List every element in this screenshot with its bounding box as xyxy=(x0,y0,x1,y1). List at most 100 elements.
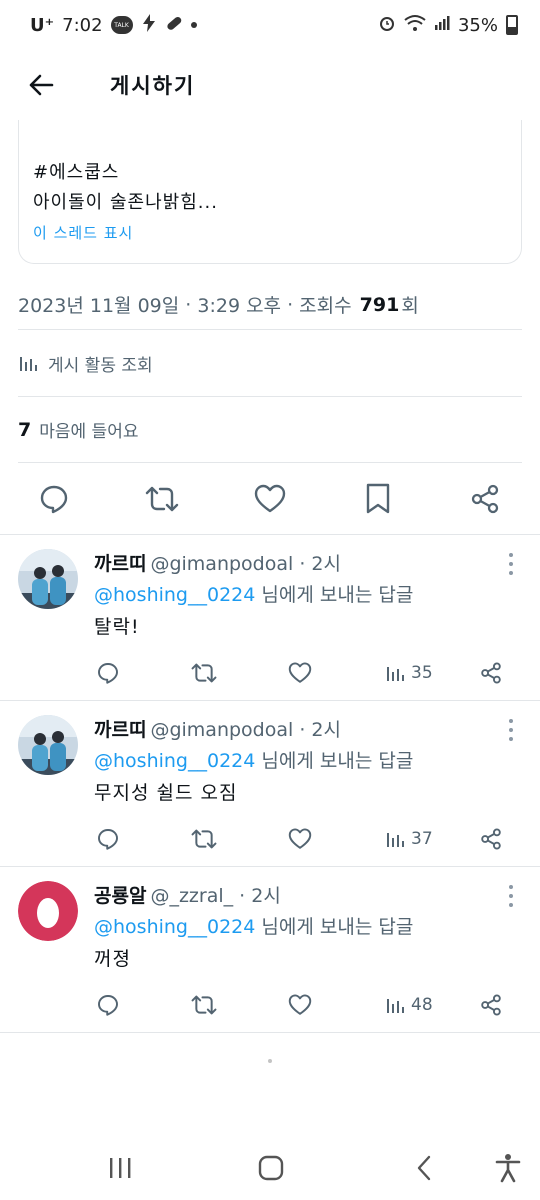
analytics-icon xyxy=(387,999,404,1013)
status-left: U⁺ 7:02 TALK xyxy=(30,13,197,37)
share-button[interactable] xyxy=(480,657,502,689)
show-thread-link[interactable]: 이 스레드 표시 xyxy=(33,222,521,243)
avatar[interactable] xyxy=(18,549,78,609)
like-button[interactable] xyxy=(288,823,312,855)
reply-action-bar: 35 xyxy=(0,657,540,693)
meta-separator: · xyxy=(179,293,198,316)
back-nav-button[interactable] xyxy=(404,1148,444,1188)
more-options-button[interactable] xyxy=(508,885,514,907)
default-egg-avatar[interactable] xyxy=(18,881,78,941)
wifi-icon xyxy=(404,14,426,37)
reply-handle[interactable]: @_zzral_ xyxy=(150,885,233,907)
view-count: 35 xyxy=(411,663,433,683)
reply-time: · 2시 xyxy=(293,553,341,575)
heart-icon xyxy=(254,484,286,513)
share-icon xyxy=(471,484,499,514)
reply-icon xyxy=(98,663,118,684)
views-button[interactable]: 48 xyxy=(385,989,433,1021)
post-time: 3:29 오후 xyxy=(197,295,282,317)
accessibility-button[interactable] xyxy=(488,1148,528,1188)
chevron-left-icon xyxy=(417,1155,431,1181)
more-options-button[interactable] xyxy=(508,553,514,575)
home-button[interactable] xyxy=(251,1148,291,1188)
reply-display-name[interactable]: 까르띠 xyxy=(94,553,146,575)
views-button[interactable]: 37 xyxy=(385,823,433,855)
reply-button[interactable] xyxy=(96,989,120,1021)
quoted-post-text: 아이돌이 술존나밝힘... xyxy=(33,192,218,213)
home-icon xyxy=(258,1155,284,1181)
mention-link[interactable]: @hoshing__0224 xyxy=(94,916,255,938)
avatar[interactable] xyxy=(18,715,78,775)
more-options-button[interactable] xyxy=(508,719,514,741)
status-bar: U⁺ 7:02 TALK 35% xyxy=(0,0,540,50)
repost-button[interactable] xyxy=(191,657,217,689)
repost-button[interactable] xyxy=(191,823,217,855)
analytics-icon xyxy=(387,833,404,847)
likes-label: 마음에 들어요 xyxy=(39,422,139,442)
reply-button[interactable] xyxy=(36,481,72,517)
battery-percent: 35% xyxy=(457,14,498,36)
like-button[interactable] xyxy=(288,989,312,1021)
bookmark-icon xyxy=(366,483,390,514)
recent-apps-button[interactable] xyxy=(100,1148,140,1188)
share-icon xyxy=(481,994,501,1016)
reply-button[interactable] xyxy=(96,657,120,689)
loading-indicator xyxy=(268,1059,272,1063)
analytics-icon xyxy=(387,667,404,681)
alarm-icon xyxy=(378,14,396,37)
reply-handle[interactable]: @gimanpodoal xyxy=(150,553,293,575)
share-button[interactable] xyxy=(467,481,503,517)
like-button[interactable] xyxy=(252,481,288,517)
quoted-post-card[interactable]: #에스쿱스 아이돌이 술존나밝힘... 이 스레드 표시 xyxy=(18,120,522,264)
repost-button[interactable] xyxy=(144,481,180,517)
bookmark-button[interactable] xyxy=(360,481,396,517)
heart-icon xyxy=(288,994,312,1015)
app-header: 게시하기 xyxy=(0,50,540,120)
heart-icon xyxy=(288,662,312,683)
repost-icon xyxy=(191,995,217,1015)
analytics-icon xyxy=(20,357,37,371)
reply-item[interactable]: 까르띠 @gimanpodoal · 2시 @hoshing__0224 님에게 … xyxy=(0,701,540,867)
meta-separator: · xyxy=(281,293,300,316)
replying-to: @hoshing__0224 님에게 보내는 답글 xyxy=(94,746,413,773)
likes-summary[interactable]: 7 마음에 들어요 xyxy=(18,397,522,463)
mention-link[interactable]: @hoshing__0224 xyxy=(94,750,255,772)
reply-button[interactable] xyxy=(96,823,120,855)
replying-to-suffix: 님에게 보내는 답글 xyxy=(255,916,414,938)
mention-link[interactable]: @hoshing__0224 xyxy=(94,584,255,606)
reply-item[interactable]: 공룡알 @_zzral_ · 2시 @hoshing__0224 님에게 보내는 … xyxy=(0,867,540,1033)
repost-icon xyxy=(191,663,217,683)
reply-icon xyxy=(98,829,118,850)
share-icon xyxy=(481,662,501,684)
post-activity-label: 게시 활동 조회 xyxy=(48,355,153,376)
reply-item[interactable]: 까르띠 @gimanpodoal · 2시 @hoshing__0224 님에게 … xyxy=(0,535,540,701)
reply-display-name[interactable]: 까르띠 xyxy=(94,719,146,741)
reply-header: 까르띠 @gimanpodoal · 2시 xyxy=(94,715,341,742)
arrow-left-icon xyxy=(29,74,54,96)
share-button[interactable] xyxy=(480,989,502,1021)
kakaotalk-icon: TALK xyxy=(110,16,133,34)
like-button[interactable] xyxy=(288,657,312,689)
reply-handle[interactable]: @gimanpodoal xyxy=(150,719,293,741)
likes-count: 7 xyxy=(18,418,32,441)
quoted-post-hashtag[interactable]: #에스쿱스 xyxy=(33,158,521,188)
post-activity-link[interactable]: 게시 활동 조회 xyxy=(18,330,522,397)
repost-button[interactable] xyxy=(191,989,217,1021)
views-button[interactable]: 35 xyxy=(385,657,433,689)
share-button[interactable] xyxy=(480,823,502,855)
reply-text: 꺼졍 xyxy=(94,948,131,970)
view-count: 48 xyxy=(411,995,433,1015)
notification-dot-icon xyxy=(190,22,197,28)
reply-icon xyxy=(98,995,118,1016)
post-action-bar xyxy=(0,463,540,535)
back-button[interactable] xyxy=(0,50,82,120)
reply-display-name[interactable]: 공룡알 xyxy=(94,885,146,907)
reply-header: 까르띠 @gimanpodoal · 2시 xyxy=(94,549,341,576)
carrier-label: U⁺ xyxy=(30,14,55,36)
bolt-icon xyxy=(141,13,157,37)
views-label: 조회수 xyxy=(299,295,358,317)
replying-to-suffix: 님에게 보내는 답글 xyxy=(255,584,414,606)
reply-text: 탈락! xyxy=(94,616,140,638)
clock: 7:02 xyxy=(62,14,103,36)
reply-header: 공룡알 @_zzral_ · 2시 xyxy=(94,881,281,908)
